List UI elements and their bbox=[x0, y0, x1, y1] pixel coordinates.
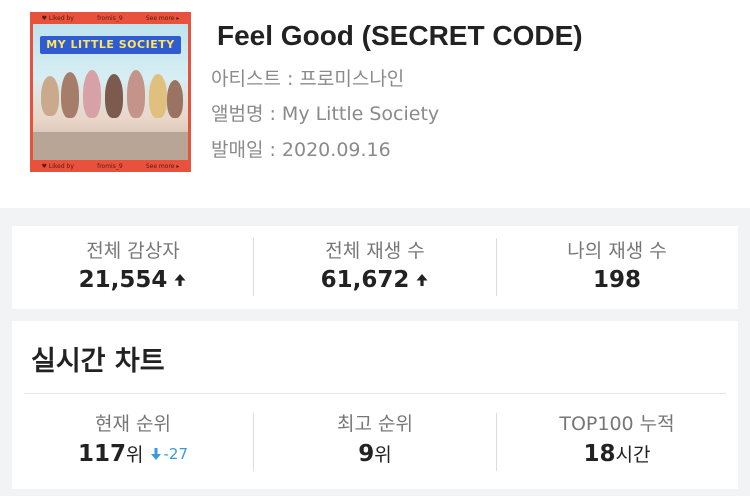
total-plays-value-row: 61,672 bbox=[254, 267, 496, 293]
top100-label: TOP100 누적 bbox=[559, 413, 675, 435]
top100-value: 18 bbox=[583, 441, 616, 467]
arrow-up-icon bbox=[416, 274, 428, 286]
cover-figure bbox=[167, 80, 183, 118]
best-rank-value-row: 9위 bbox=[254, 440, 496, 467]
song-title: Feel Good (SECRET CODE) bbox=[217, 20, 583, 51]
total-plays-value: 61,672 bbox=[320, 267, 410, 293]
current-rank-label: 현재 순위 bbox=[95, 413, 171, 435]
best-rank-label: 최고 순위 bbox=[337, 413, 413, 435]
best-rank-unit: 위 bbox=[374, 444, 392, 466]
cover-figure bbox=[83, 70, 101, 118]
my-plays-value-row: 198 bbox=[496, 267, 738, 293]
cover-bottom-strip: ♥ Liked by fromis_9 See more ▸ bbox=[30, 160, 191, 172]
rank-change: -27 bbox=[150, 444, 189, 463]
current-rank-unit: 위 bbox=[126, 444, 144, 466]
album-line[interactable]: 앨범명 : My Little Society bbox=[211, 99, 439, 126]
rank-change-value: -27 bbox=[163, 444, 189, 463]
cover-strip-left: ♥ Liked by bbox=[41, 162, 74, 170]
song-header: ♥ Liked by fromis_9 See more ▸ MY LITTLE… bbox=[0, 0, 750, 208]
my-plays-stat: 나의 재생 수 198 bbox=[496, 236, 738, 293]
current-rank-stat: 현재 순위 117위 -27 bbox=[12, 409, 254, 467]
cover-title: MY LITTLE SOCIETY bbox=[40, 36, 181, 54]
total-plays-stat: 전체 재생 수 61,672 bbox=[254, 236, 496, 293]
cover-strip-left: ♥ Liked by bbox=[41, 14, 74, 22]
cover-top-strip: ♥ Liked by fromis_9 See more ▸ bbox=[30, 12, 191, 24]
play-stats-card: 전체 감상자 21,554 전체 재생 수 61,672 나의 재생 수 198 bbox=[12, 226, 738, 309]
cover-figure bbox=[41, 76, 59, 116]
cover-table bbox=[33, 132, 188, 160]
artist-line[interactable]: 아티스트 : 프로미스나인 bbox=[211, 64, 404, 91]
total-listeners-stat: 전체 감상자 21,554 bbox=[12, 236, 254, 293]
top100-unit: 시간 bbox=[615, 444, 651, 466]
current-rank-value: 117 bbox=[78, 441, 127, 467]
album-cover[interactable]: ♥ Liked by fromis_9 See more ▸ MY LITTLE… bbox=[30, 12, 191, 172]
current-rank-number: 117위 bbox=[78, 440, 144, 467]
top100-number: 18시간 bbox=[584, 440, 651, 467]
release-date-line: 발매일 : 2020.09.16 bbox=[211, 139, 391, 161]
arrow-down-icon bbox=[150, 447, 161, 460]
arrow-up-icon bbox=[174, 274, 186, 286]
cover-figure bbox=[61, 72, 79, 118]
best-rank-number: 9위 bbox=[358, 440, 392, 467]
chart-separator bbox=[24, 393, 726, 394]
current-rank-value-row: 117위 -27 bbox=[12, 440, 254, 467]
realtime-chart-card: 실시간 차트 현재 순위 117위 -27 최고 순위 9위 TOP100 누적… bbox=[12, 321, 738, 489]
top100-hours-stat: TOP100 누적 18시간 bbox=[496, 409, 738, 467]
cover-strip-mid: fromis_9 bbox=[97, 14, 123, 22]
my-plays-value: 198 bbox=[592, 267, 641, 293]
my-plays-label: 나의 재생 수 bbox=[567, 240, 667, 262]
cover-strip-right: See more ▸ bbox=[145, 14, 180, 22]
cover-figure bbox=[105, 74, 123, 118]
total-listeners-value-row: 21,554 bbox=[12, 267, 254, 293]
total-listeners-label: 전체 감상자 bbox=[86, 240, 180, 262]
total-listeners-value: 21,554 bbox=[78, 267, 168, 293]
best-rank-stat: 최고 순위 9위 bbox=[254, 409, 496, 467]
cover-strip-mid: fromis_9 bbox=[97, 162, 123, 170]
cover-strip-right: See more ▸ bbox=[145, 162, 180, 170]
cover-figure bbox=[127, 70, 145, 118]
total-plays-label: 전체 재생 수 bbox=[325, 240, 425, 262]
top100-value-row: 18시간 bbox=[496, 440, 738, 467]
chart-title: 실시간 차트 bbox=[31, 346, 165, 377]
cover-figure bbox=[149, 74, 167, 118]
best-rank-value: 9 bbox=[358, 441, 375, 467]
